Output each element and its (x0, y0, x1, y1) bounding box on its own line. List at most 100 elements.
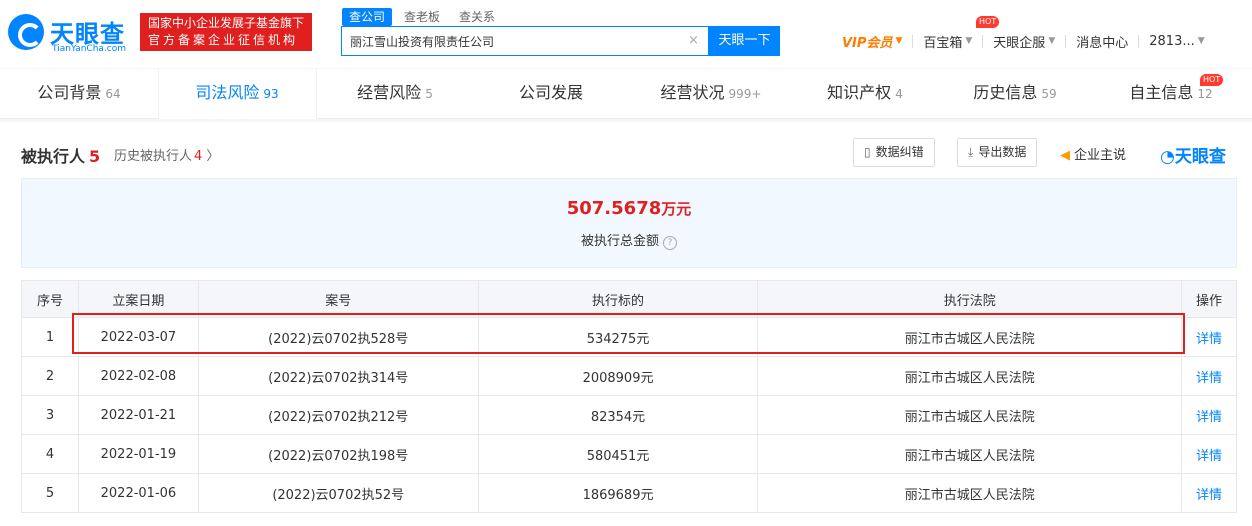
tab-label: 历史信息 (973, 83, 1038, 102)
history-label: 历史被执行人 (114, 149, 193, 164)
chevron-right-icon: 〉 (202, 149, 220, 164)
search-tab-relation[interactable]: 查关系 (452, 8, 502, 26)
section-title-text: 被执行人 (21, 147, 86, 166)
cell-date: 2022-03-07 (77, 317, 199, 357)
tab-company-background[interactable]: 公司背景 64 (0, 69, 158, 119)
caret-down-icon: ▼ (965, 36, 973, 46)
brand-name: 天眼查 (1174, 147, 1226, 167)
search-tab-boss[interactable]: 查老板 (397, 8, 447, 26)
total-amount-label: 被执行总金额? (22, 230, 1236, 250)
top-nav: VIP会员 ▼ 百宝箱 ▼ 天眼企服 ▼ 消息中心 2813... ▼ (842, 30, 1205, 52)
detail-link[interactable]: 详情 (1181, 395, 1237, 435)
executed-person-section: 被执行人 5 历史被执行人 4 〉 ▯ 数据纠错 ⤓ 导出数据 ◀ 企业主说 ◔天眼查 5… (0, 122, 1252, 526)
cell-no: 1 (21, 317, 79, 357)
detail-link[interactable]: 详情 (1181, 473, 1237, 513)
data-correction-button[interactable]: ▯ 数据纠错 (853, 138, 935, 167)
col-case-no: 案号 (197, 280, 479, 318)
col-date: 立案日期 (77, 280, 199, 318)
gov-badge-line1: 国家中小企业发展子基金旗下 (148, 16, 305, 30)
enterprise-speak-button[interactable]: ◀ 企业主说 (1060, 144, 1126, 163)
tab-count: 12 (1197, 87, 1213, 101)
detail-link[interactable]: 详情 (1181, 317, 1237, 357)
caret-down-icon: ▼ (1048, 36, 1056, 46)
cell-no: 4 (21, 434, 79, 474)
col-no: 序号 (21, 280, 79, 318)
cell-date: 2022-01-06 (77, 473, 199, 513)
cell-court: 丽江市古城区人民法院 (757, 395, 1182, 435)
tab-count: 59 (1041, 87, 1057, 101)
cell-court: 丽江市古城区人民法院 (757, 473, 1182, 513)
table-row: 3 2022-01-21 (2022)云0702执212号 82354元 丽江市… (21, 395, 1237, 435)
logo-domain: TianYanCha.com (52, 44, 127, 54)
search-clear-icon[interactable]: × (688, 33, 699, 48)
history-executed-link[interactable]: 历史被执行人 4 〉 (114, 145, 219, 164)
table-row: 1 2022-03-07 (2022)云0702执528号 534275元 丽江… (21, 317, 1237, 357)
cell-case-no: (2022)云0702执314号 (197, 356, 479, 396)
site-logo[interactable]: 天眼查 TianYanCha.com (8, 10, 130, 54)
vip-member-link[interactable]: VIP会员 (842, 32, 892, 51)
logo-eye-icon (8, 14, 44, 50)
tab-count: 64 (105, 87, 121, 101)
account-link[interactable]: 2813... (1149, 34, 1194, 49)
gov-badge: 国家中小企业发展子基金旗下 官方备案企业征信机构 (140, 13, 312, 51)
brand-watermark: ◔天眼查 (1160, 142, 1226, 167)
tab-self-info[interactable]: 自主信息 12 (1090, 69, 1252, 119)
cell-court: 丽江市古城区人民法院 (757, 356, 1182, 396)
nav-divider (982, 34, 984, 48)
tab-count: 93 (263, 87, 279, 101)
cell-amount: 580451元 (477, 434, 759, 474)
detail-link[interactable]: 详情 (1181, 434, 1237, 474)
tab-company-development[interactable]: 公司发展 (474, 69, 632, 119)
caret-down-icon: ▼ (895, 36, 903, 46)
table-row: 2 2022-02-08 (2022)云0702执314号 2008909元 丽… (21, 356, 1237, 396)
tab-count: 4 (895, 87, 903, 101)
brand-eye-icon: ◔ (1160, 147, 1175, 167)
enterprise-service-link[interactable]: 天眼企服 (993, 32, 1045, 51)
document-icon: ▯ (864, 145, 871, 159)
message-center-link[interactable]: 消息中心 (1076, 32, 1128, 51)
cell-case-no: (2022)云0702执52号 (197, 473, 479, 513)
tab-label: 经营状况 (660, 83, 725, 102)
tab-label: 公司背景 (37, 83, 102, 102)
search-type-tabs: 查公司 查老板 查关系 (342, 8, 507, 26)
cell-case-no: (2022)云0702执198号 (197, 434, 479, 474)
cell-amount: 82354元 (477, 395, 759, 435)
cell-court: 丽江市古城区人民法院 (757, 317, 1182, 357)
nav-divider (912, 34, 914, 48)
search-input[interactable] (350, 27, 670, 55)
tab-label: 知识产权 (827, 83, 892, 102)
cell-date: 2022-02-08 (77, 356, 199, 396)
total-amount-unit: 万元 (661, 200, 692, 218)
tab-judicial-risk[interactable]: 司法风险 93 (158, 69, 316, 119)
tab-business-status[interactable]: 经营状况 999+ (632, 69, 790, 119)
search-tab-company[interactable]: 查公司 (342, 8, 393, 26)
cell-date: 2022-01-21 (77, 395, 199, 435)
cell-amount: 534275元 (477, 317, 759, 357)
search-button[interactable]: 天眼一下 (709, 26, 780, 56)
tab-label: 自主信息 (1129, 83, 1194, 102)
hot-badge: HOT (1200, 74, 1224, 86)
cell-amount: 1869689元 (477, 473, 759, 513)
cell-no: 2 (21, 356, 79, 396)
tab-history[interactable]: 历史信息 59 (940, 69, 1090, 119)
treasure-box-link[interactable]: 百宝箱 (923, 32, 962, 51)
table-header-row: 序号 立案日期 案号 执行标的 执行法院 操作 (21, 280, 1237, 318)
export-data-button[interactable]: ⤓ 导出数据 (957, 138, 1038, 167)
col-amount: 执行标的 (477, 280, 759, 318)
tab-operation-risk[interactable]: 经营风险 5 (316, 69, 474, 119)
tab-divider (158, 69, 159, 119)
tab-intellectual-property[interactable]: 知识产权 4 (790, 69, 940, 119)
section-count: 5 (89, 147, 101, 166)
nav-divider (1065, 34, 1067, 48)
detail-link[interactable]: 详情 (1181, 356, 1237, 396)
hot-badge: HOT (976, 16, 1000, 28)
download-icon: ⤓ (968, 145, 974, 159)
top-header: 天眼查 TianYanCha.com 国家中小企业发展子基金旗下 官方备案企业征… (0, 0, 1252, 68)
enterprise-speak-label: 企业主说 (1074, 148, 1127, 163)
tab-count: 999+ (728, 87, 762, 101)
help-icon[interactable]: ? (663, 236, 677, 250)
gov-badge-line2: 官方备案企业征信机构 (148, 33, 299, 47)
megaphone-icon: ◀ (1060, 148, 1070, 163)
col-court: 执行法院 (757, 280, 1182, 318)
tab-label: 经营风险 (357, 83, 422, 102)
